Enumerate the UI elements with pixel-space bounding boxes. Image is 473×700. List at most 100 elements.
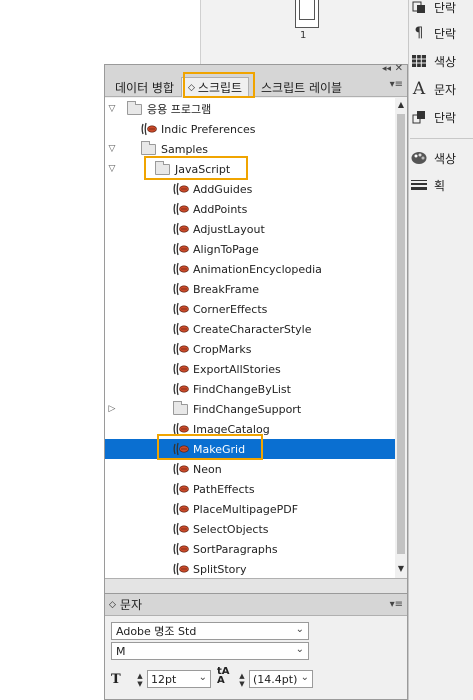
scroll-thumb[interactable]	[397, 114, 405, 554]
tree-item-label: Neon	[193, 462, 222, 476]
character-panel-header[interactable]: ◇ 문자 ▾≡	[105, 594, 407, 616]
tree-item-label: AlignToPage	[193, 242, 259, 256]
tree-item-label: Samples	[161, 142, 208, 156]
tree-script-row[interactable]: AlignToPage	[105, 239, 395, 259]
dock-item-character[interactable]: A 문자	[410, 78, 456, 100]
dock-item-paragraph-styles[interactable]: 단락	[410, 106, 456, 128]
tab-script-label[interactable]: 스크립트 레이블	[255, 77, 348, 97]
scroll-down-icon[interactable]: ▼	[395, 564, 407, 573]
swatch-grid-icon	[410, 52, 428, 70]
size-row: T ▲ ▼ 12pt ⌄ tA A ▲ ▼ (14.4pt) ⌄	[111, 666, 401, 694]
tree-script-row[interactable]: AdjustLayout	[105, 219, 395, 239]
tree-script-row[interactable]: AddGuides	[105, 179, 395, 199]
panel-title-strip[interactable]: ◂◂ ✕	[105, 63, 407, 75]
tree-script-row[interactable]: SplitStory	[105, 559, 395, 578]
tree-script-row[interactable]: PathEffects	[105, 479, 395, 499]
dock-item-paragraph-style[interactable]: 단락	[410, 0, 456, 18]
tree-folder-row[interactable]: ▽ 응용 프로그램	[105, 99, 395, 119]
tree-item-label: SortParagraphs	[193, 542, 278, 556]
character-panel-title: 문자	[119, 598, 143, 612]
folder-icon	[141, 141, 156, 155]
tree-scrollbar[interactable]: ▲ ▼	[395, 98, 407, 578]
script-icon	[173, 222, 189, 236]
dock-item-swatches[interactable]: 색상	[410, 50, 456, 72]
scroll-up-icon[interactable]: ▲	[395, 100, 407, 109]
dock-item-color[interactable]: 색상	[410, 147, 456, 169]
leading-field[interactable]: (14.4pt) ⌄	[249, 670, 313, 688]
script-icon	[141, 122, 157, 136]
tree-script-row[interactable]: CreateCharacterStyle	[105, 319, 395, 339]
highlight-makegrid	[157, 434, 263, 460]
leading-stepper-icon[interactable]: ▲ ▼	[237, 672, 247, 688]
tree-script-row[interactable]: CropMarks	[105, 339, 395, 359]
script-icon	[173, 242, 189, 256]
dock-item-paragraph[interactable]: ¶ 단락	[410, 22, 457, 44]
tree-item-label: AddPoints	[193, 202, 248, 216]
script-icon	[173, 482, 189, 496]
tab-label: 스크립트 레이블	[261, 80, 343, 95]
dock-item-label: 단락	[434, 0, 457, 15]
tree-item-label: FindChangeByList	[193, 382, 291, 396]
highlight-scripts-tab	[183, 72, 255, 98]
leading-value: (14.4pt)	[253, 672, 298, 686]
close-icon[interactable]: ✕	[395, 63, 403, 74]
tree-item-label: ExportAllStories	[193, 362, 281, 376]
script-icon	[173, 562, 189, 576]
font-style-select[interactable]: M ⌄	[111, 642, 309, 660]
script-icon	[173, 502, 189, 516]
pilcrow-icon: ¶	[414, 25, 424, 41]
tree-script-row[interactable]: Indic Preferences	[105, 119, 395, 139]
tree-item-label: BreakFrame	[193, 282, 259, 296]
tree-script-row[interactable]: SortParagraphs	[105, 539, 395, 559]
leading-icon: tA A	[217, 666, 230, 686]
dock-item-label: 획	[434, 178, 446, 193]
stroke-icon	[410, 176, 428, 194]
tree-script-row[interactable]: PlaceMultipagePDF	[105, 499, 395, 519]
script-icon	[173, 202, 189, 216]
font-size-field[interactable]: 12pt ⌄	[147, 670, 211, 688]
panel-menu-icon[interactable]: ▾≡	[390, 79, 403, 90]
disclosure-expanded-icon[interactable]: ▽	[107, 144, 117, 154]
tree-folder-row[interactable]: ▷ FindChangeSupport	[105, 399, 395, 419]
tree-script-row[interactable]: BreakFrame	[105, 279, 395, 299]
tree-item-label: SplitStory	[193, 562, 247, 576]
chevron-down-icon: ⌄	[198, 672, 207, 683]
panel-tabbar: 데이터 병합 ◇ 스크립트 스크립트 레이블 ▾≡	[105, 75, 407, 97]
size-stepper-icon[interactable]: ▲ ▼	[135, 672, 145, 688]
collapse-panel-icon[interactable]: ◂◂	[382, 64, 391, 74]
panel-menu-icon[interactable]: ▾≡	[390, 599, 403, 610]
dock-item-label: 단락	[434, 110, 457, 125]
chevron-down-icon: ⌄	[295, 624, 304, 635]
script-icon	[173, 282, 189, 296]
script-icon	[173, 322, 189, 336]
tree-item-label: AddGuides	[193, 182, 253, 196]
dock-item-label: 단락	[434, 26, 457, 41]
tree-script-row[interactable]: AnimationEncyclopedia	[105, 259, 395, 279]
disclosure-expanded-icon[interactable]: ▽	[107, 164, 117, 174]
tab-data-merge[interactable]: 데이터 병합	[109, 77, 180, 97]
tree-script-row[interactable]: Neon	[105, 459, 395, 479]
script-icon	[173, 362, 189, 376]
font-style-value: M	[116, 644, 126, 658]
script-icon	[173, 302, 189, 316]
tree-script-row[interactable]: SelectObjects	[105, 519, 395, 539]
disclosure-collapsed-icon[interactable]: ▷	[107, 404, 117, 414]
tree-item-label: CreateCharacterStyle	[193, 322, 312, 336]
dock-item-label: 색상	[434, 151, 457, 166]
dock-item-stroke[interactable]: 획	[410, 174, 445, 196]
scripts-panel: ◂◂ ✕ 데이터 병합 ◇ 스크립트 스크립트 레이블 ▾≡ ▽ 응용 프로그램 I…	[104, 63, 408, 594]
page-thumbnail-content	[299, 0, 315, 20]
page-number: 1	[300, 30, 307, 41]
tree-script-row[interactable]: CornerEffects	[105, 299, 395, 319]
tree-script-row[interactable]: FindChangeByList	[105, 379, 395, 399]
chevron-down-icon: ⌄	[295, 644, 304, 655]
tree-script-row[interactable]: AddPoints	[105, 199, 395, 219]
script-icon	[173, 182, 189, 196]
folder-icon	[127, 101, 142, 115]
script-icon	[173, 462, 189, 476]
font-family-select[interactable]: Adobe 명조 Std ⌄	[111, 622, 309, 640]
tree-item-label: PlaceMultipagePDF	[193, 502, 299, 516]
disclosure-expanded-icon[interactable]: ▽	[107, 104, 117, 114]
tree-script-row[interactable]: ExportAllStories	[105, 359, 395, 379]
tree-item-label: CornerEffects	[193, 302, 268, 316]
